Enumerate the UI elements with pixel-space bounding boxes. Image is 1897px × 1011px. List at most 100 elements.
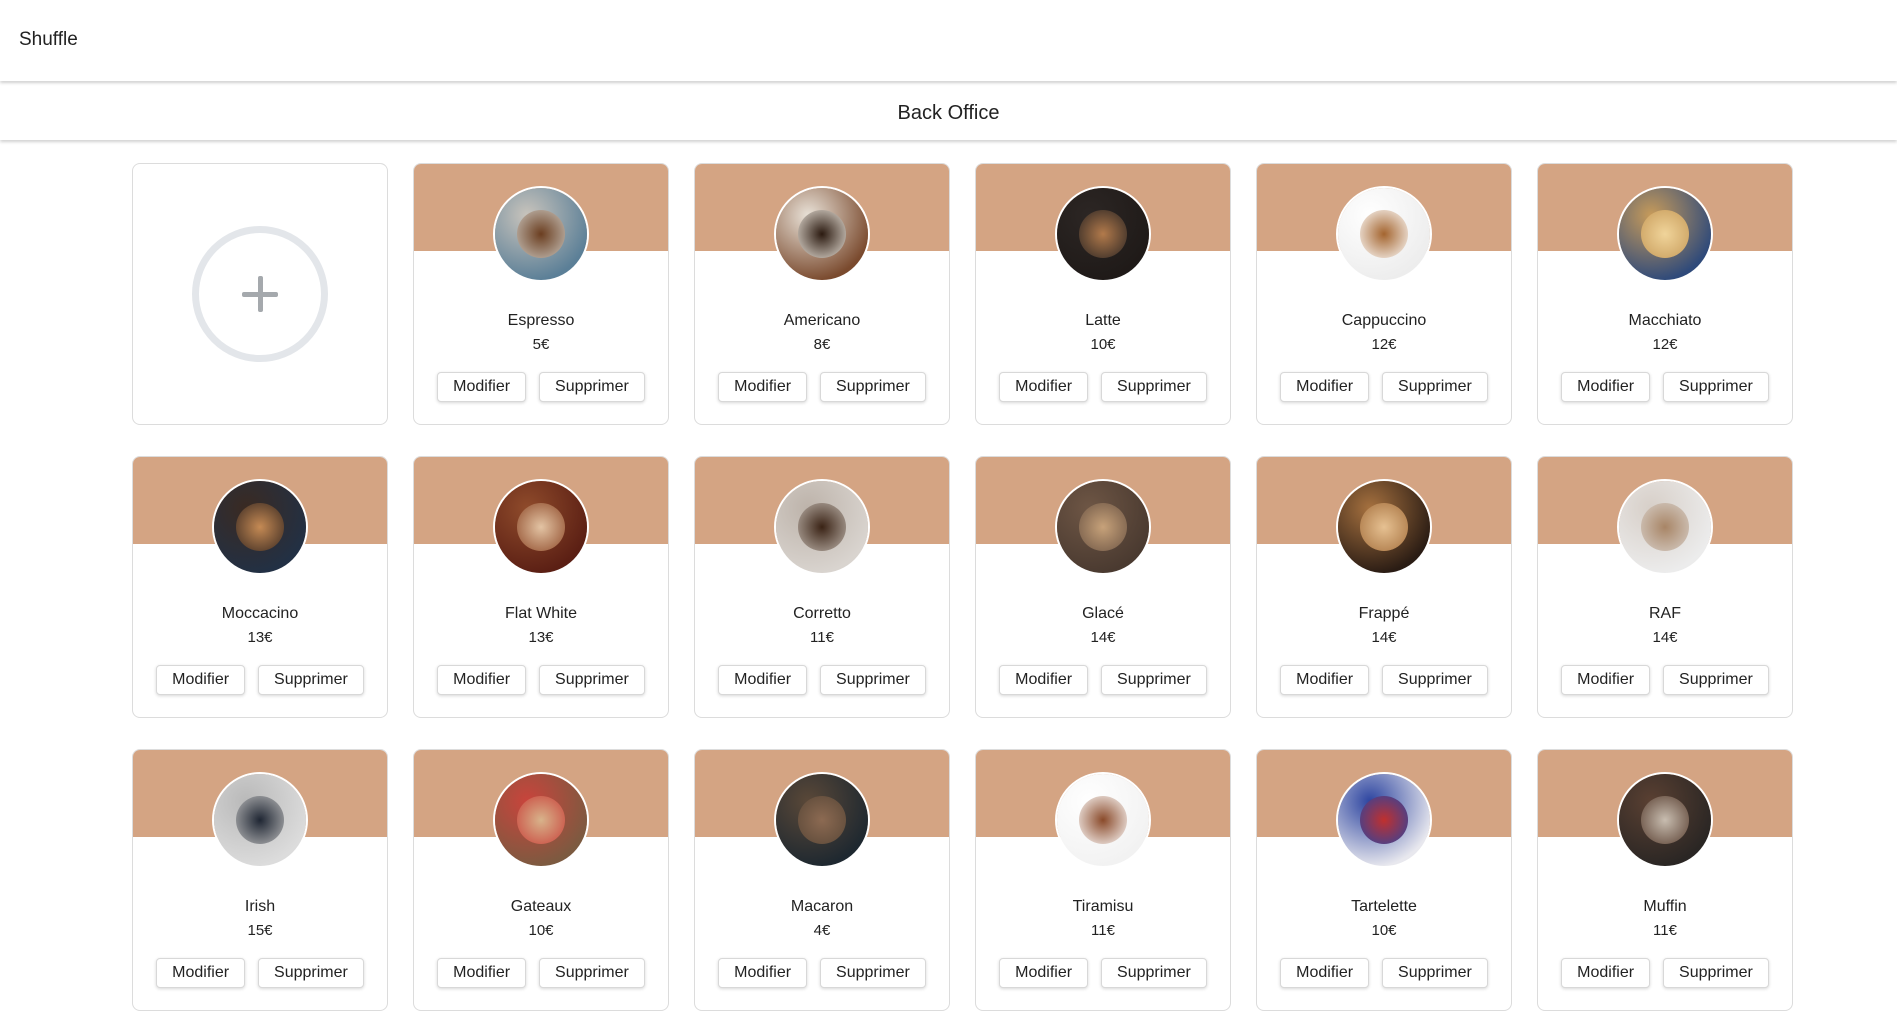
moccacino-photo bbox=[212, 479, 308, 575]
product-card-11: Irish 15€ Modifier Supprimer bbox=[132, 749, 388, 1011]
product-card-5: Moccacino 13€ Modifier Supprimer bbox=[132, 456, 388, 718]
muffin-photo bbox=[1617, 772, 1713, 868]
card-actions: Modifier Supprimer bbox=[1257, 958, 1511, 988]
card-actions: Modifier Supprimer bbox=[1257, 372, 1511, 402]
product-card-8: Glacé 14€ Modifier Supprimer bbox=[975, 456, 1231, 718]
delete-button[interactable]: Supprimer bbox=[1101, 665, 1207, 695]
edit-button[interactable]: Modifier bbox=[1280, 665, 1370, 695]
card-actions: Modifier Supprimer bbox=[414, 665, 668, 695]
delete-button[interactable]: Supprimer bbox=[1382, 665, 1488, 695]
edit-button[interactable]: Modifier bbox=[1280, 958, 1370, 988]
delete-button[interactable]: Supprimer bbox=[258, 958, 364, 988]
edit-button[interactable]: Modifier bbox=[718, 958, 808, 988]
frappe-photo bbox=[1336, 479, 1432, 575]
latte-photo bbox=[1055, 186, 1151, 282]
delete-button[interactable]: Supprimer bbox=[1382, 372, 1488, 402]
raf-photo bbox=[1617, 479, 1713, 575]
edit-button[interactable]: Modifier bbox=[999, 372, 1089, 402]
product-price: 13€ bbox=[247, 629, 273, 646]
brand-title[interactable]: Shuffle bbox=[19, 29, 78, 51]
edit-button[interactable]: Modifier bbox=[1561, 665, 1651, 695]
gateaux-photo bbox=[493, 772, 589, 868]
delete-button[interactable]: Supprimer bbox=[258, 665, 364, 695]
edit-button[interactable]: Modifier bbox=[999, 665, 1089, 695]
product-card-6: Flat White 13€ Modifier Supprimer bbox=[413, 456, 669, 718]
card-actions: Modifier Supprimer bbox=[1538, 372, 1792, 402]
product-price: 5€ bbox=[532, 336, 550, 353]
delete-button[interactable]: Supprimer bbox=[539, 958, 645, 988]
product-name: Macaron bbox=[790, 898, 854, 915]
top-navbar: Shuffle bbox=[0, 0, 1897, 81]
macaron-photo bbox=[774, 772, 870, 868]
product-card-15: Tartelette 10€ Modifier Supprimer bbox=[1256, 749, 1512, 1011]
delete-button[interactable]: Supprimer bbox=[539, 372, 645, 402]
edit-button[interactable]: Modifier bbox=[1280, 372, 1370, 402]
product-card-9: Frappé 14€ Modifier Supprimer bbox=[1256, 456, 1512, 718]
card-actions: Modifier Supprimer bbox=[976, 665, 1230, 695]
edit-button[interactable]: Modifier bbox=[437, 958, 527, 988]
edit-button[interactable]: Modifier bbox=[437, 665, 527, 695]
delete-button[interactable]: Supprimer bbox=[1663, 958, 1769, 988]
edit-button[interactable]: Modifier bbox=[437, 372, 527, 402]
edit-button[interactable]: Modifier bbox=[1561, 372, 1651, 402]
card-actions: Modifier Supprimer bbox=[414, 958, 668, 988]
delete-button[interactable]: Supprimer bbox=[1382, 958, 1488, 988]
product-card-12: Gateaux 10€ Modifier Supprimer bbox=[413, 749, 669, 1011]
edit-button[interactable]: Modifier bbox=[718, 372, 808, 402]
product-card-1: Americano 8€ Modifier Supprimer bbox=[694, 163, 950, 425]
product-name: RAF bbox=[1649, 605, 1681, 622]
product-name: Tartelette bbox=[1351, 898, 1417, 915]
product-price: 12€ bbox=[1371, 336, 1397, 353]
edit-button[interactable]: Modifier bbox=[156, 665, 246, 695]
product-card-10: RAF 14€ Modifier Supprimer bbox=[1537, 456, 1793, 718]
product-name: Macchiato bbox=[1628, 312, 1702, 329]
product-price: 10€ bbox=[1090, 336, 1116, 353]
product-name: Glacé bbox=[1082, 605, 1124, 622]
product-name: Flat White bbox=[504, 605, 577, 622]
card-actions: Modifier Supprimer bbox=[695, 372, 949, 402]
product-card-7: Corretto 11€ Modifier Supprimer bbox=[694, 456, 950, 718]
card-actions: Modifier Supprimer bbox=[1538, 665, 1792, 695]
delete-button[interactable]: Supprimer bbox=[1101, 372, 1207, 402]
product-price: 12€ bbox=[1652, 336, 1678, 353]
card-actions: Modifier Supprimer bbox=[133, 665, 387, 695]
edit-button[interactable]: Modifier bbox=[1561, 958, 1651, 988]
delete-button[interactable]: Supprimer bbox=[820, 665, 926, 695]
product-card-2: Latte 10€ Modifier Supprimer bbox=[975, 163, 1231, 425]
product-price: 14€ bbox=[1090, 629, 1116, 646]
tiramisu-photo bbox=[1055, 772, 1151, 868]
product-price: 14€ bbox=[1652, 629, 1678, 646]
card-actions: Modifier Supprimer bbox=[695, 958, 949, 988]
espresso-photo bbox=[493, 186, 589, 282]
card-actions: Modifier Supprimer bbox=[695, 665, 949, 695]
product-price: 14€ bbox=[1371, 629, 1397, 646]
edit-button[interactable]: Modifier bbox=[156, 958, 246, 988]
edit-button[interactable]: Modifier bbox=[718, 665, 808, 695]
delete-button[interactable]: Supprimer bbox=[820, 958, 926, 988]
product-price: 8€ bbox=[813, 336, 831, 353]
delete-button[interactable]: Supprimer bbox=[1663, 372, 1769, 402]
add-product-card[interactable] bbox=[132, 163, 388, 425]
delete-button[interactable]: Supprimer bbox=[1101, 958, 1207, 988]
product-card-14: Tiramisu 11€ Modifier Supprimer bbox=[975, 749, 1231, 1011]
product-name: Muffin bbox=[1643, 898, 1687, 915]
product-card-3: Cappuccino 12€ Modifier Supprimer bbox=[1256, 163, 1512, 425]
delete-button[interactable]: Supprimer bbox=[820, 372, 926, 402]
delete-button[interactable]: Supprimer bbox=[1663, 665, 1769, 695]
plus-circle-icon[interactable] bbox=[192, 226, 328, 362]
irish-photo bbox=[212, 772, 308, 868]
product-name: Espresso bbox=[507, 312, 575, 329]
card-actions: Modifier Supprimer bbox=[414, 372, 668, 402]
card-actions: Modifier Supprimer bbox=[133, 958, 387, 988]
edit-button[interactable]: Modifier bbox=[999, 958, 1089, 988]
corretto-photo bbox=[774, 479, 870, 575]
product-name: Latte bbox=[1085, 312, 1121, 329]
delete-button[interactable]: Supprimer bbox=[539, 665, 645, 695]
product-grid: Espresso 5€ Modifier Supprimer Americano… bbox=[132, 163, 1793, 1011]
product-card-4: Macchiato 12€ Modifier Supprimer bbox=[1537, 163, 1793, 425]
glace-photo bbox=[1055, 479, 1151, 575]
card-actions: Modifier Supprimer bbox=[976, 958, 1230, 988]
tartelette-photo bbox=[1336, 772, 1432, 868]
macchiato-photo bbox=[1617, 186, 1713, 282]
product-name: Tiramisu bbox=[1072, 898, 1134, 915]
